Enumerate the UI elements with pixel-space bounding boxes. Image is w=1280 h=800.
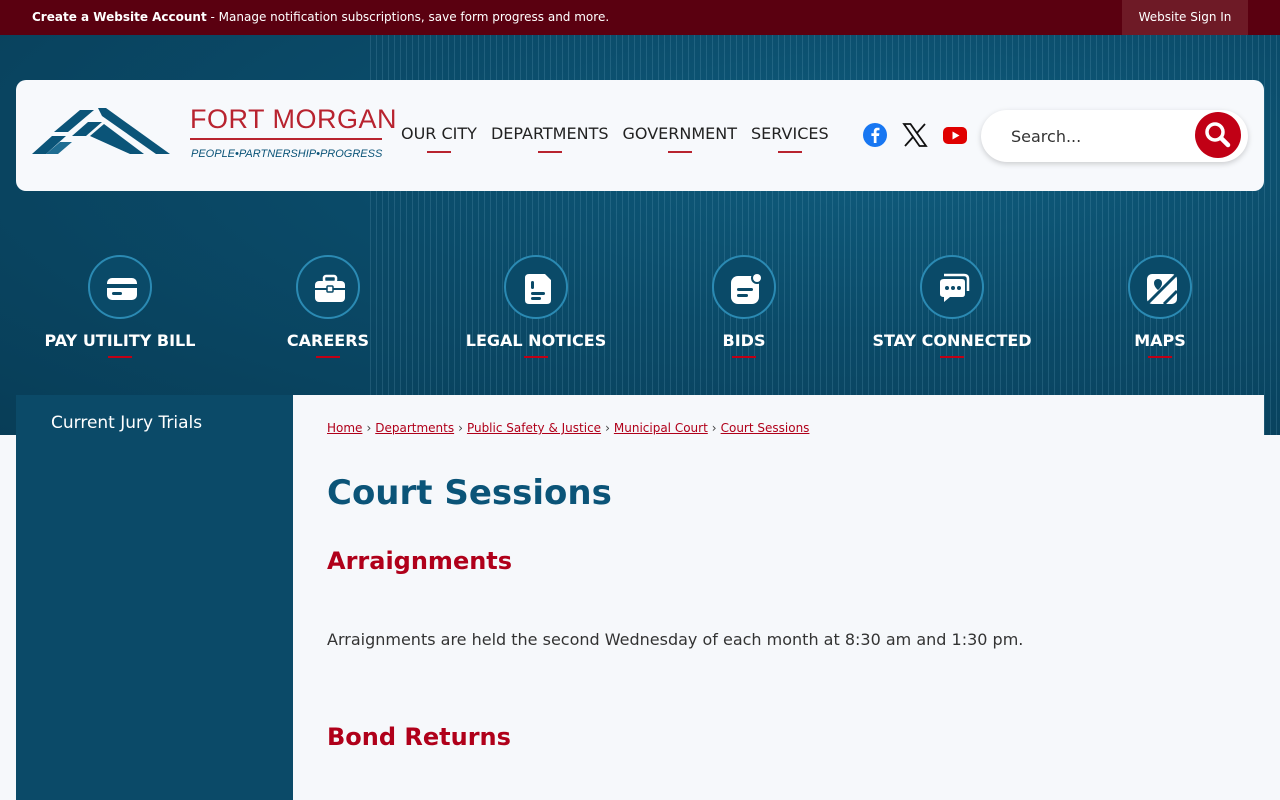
facebook-icon[interactable] — [862, 122, 888, 148]
quick-link-circle — [296, 255, 360, 319]
breadcrumb-public-safety-justice[interactable]: Public Safety & Justice — [467, 421, 601, 435]
quick-link-label: CAREERS — [286, 331, 370, 350]
quick-link-circle — [88, 255, 152, 319]
quick-link-stay-connected[interactable]: STAY CONNECTED — [852, 255, 1052, 358]
quick-link-legal-notices[interactable]: LEGAL NOTICES — [436, 255, 636, 358]
nav-government[interactable]: GOVERNMENT — [623, 124, 737, 153]
youtube-icon[interactable] — [942, 122, 968, 148]
quick-link-underline — [108, 356, 132, 358]
quick-link-circle — [712, 255, 776, 319]
quick-link-label: STAY CONNECTED — [872, 331, 1032, 350]
chat-icon — [940, 273, 970, 302]
sidebar: Current Jury Trials — [16, 395, 293, 800]
search-button[interactable] — [1195, 112, 1241, 158]
main-content: Home › Departments › Public Safety & Justice… — [293, 395, 1264, 800]
search-box — [981, 110, 1248, 162]
notification-icon — [731, 272, 763, 304]
breadcrumb-home[interactable]: Home — [327, 421, 362, 435]
account-message: Create a Website Account - Manage notifi… — [32, 10, 609, 24]
sign-in-button[interactable]: Website Sign In — [1122, 0, 1248, 35]
quick-link-pay-utility-bill[interactable]: PAY UTILITY BILL — [20, 255, 220, 358]
x-icon[interactable] — [902, 122, 928, 148]
nav-departments[interactable]: DEPARTMENTS — [491, 124, 609, 153]
breadcrumb: Home › Departments › Public Safety & Justice… — [327, 421, 809, 435]
document-icon — [525, 274, 551, 304]
section-body-arraignments: Arraignments are held the second Wednesd… — [327, 630, 1024, 649]
breadcrumb-separator: › — [711, 421, 717, 435]
city-logo-icon[interactable] — [32, 102, 172, 162]
logo-title[interactable]: FORT MORGAN — [190, 104, 397, 135]
nav-services[interactable]: SERVICES — [751, 124, 829, 153]
quick-link-underline — [940, 356, 964, 358]
breadcrumb-separator: › — [605, 421, 610, 435]
quick-link-label: LEGAL NOTICES — [465, 331, 607, 350]
quick-link-underline — [1148, 356, 1172, 358]
quick-link-careers[interactable]: CAREERS — [228, 255, 428, 358]
quick-link-underline — [316, 356, 340, 358]
page-title: Court Sessions — [327, 473, 612, 513]
quick-link-circle — [504, 255, 568, 319]
quick-link-underline — [524, 356, 548, 358]
search-icon — [1205, 122, 1231, 148]
nav-our-city[interactable]: OUR CITY — [401, 124, 477, 153]
breadcrumb-separator: › — [366, 421, 372, 435]
main-nav: OUR CITY DEPARTMENTS GOVERNMENT SERVICES — [401, 124, 829, 153]
quick-link-label: PAY UTILITY BILL — [44, 331, 196, 350]
breadcrumb-separator: › — [458, 421, 463, 435]
sidebar-item-current-jury-trials[interactable]: Current Jury Trials — [51, 413, 202, 433]
breadcrumb-municipal-court[interactable]: Municipal Court — [614, 421, 708, 435]
breadcrumb-court-sessions[interactable]: Court Sessions — [721, 421, 810, 435]
quick-link-maps[interactable]: MAPS — [1060, 255, 1260, 358]
top-bar: Create a Website Account - Manage notifi… — [0, 0, 1280, 35]
quick-link-label: BIDS — [722, 331, 766, 350]
section-heading-bond-returns: Bond Returns — [327, 723, 511, 751]
logo-divider — [190, 138, 382, 140]
logo-tagline: PEOPLE•PARTNERSHIP•PROGRESS — [191, 148, 383, 160]
account-message-text: - Manage notification subscriptions, sav… — [206, 10, 610, 24]
quick-link-circle — [1128, 255, 1192, 319]
quick-link-circle — [920, 255, 984, 319]
search-input[interactable] — [1011, 124, 1181, 148]
credit-card-icon — [107, 278, 137, 300]
quick-link-label: MAPS — [1134, 331, 1186, 350]
section-heading-arraignments: Arraignments — [327, 547, 513, 575]
breadcrumb-departments[interactable]: Departments — [375, 421, 454, 435]
quick-link-underline — [732, 356, 756, 358]
quick-link-bids[interactable]: BIDS — [644, 255, 844, 358]
map-icon — [1145, 272, 1179, 306]
briefcase-icon — [315, 274, 345, 302]
create-account-link[interactable]: Create a Website Account — [32, 10, 207, 24]
site-header: FORT MORGAN PEOPLE•PARTNERSHIP•PROGRESS … — [16, 80, 1264, 191]
